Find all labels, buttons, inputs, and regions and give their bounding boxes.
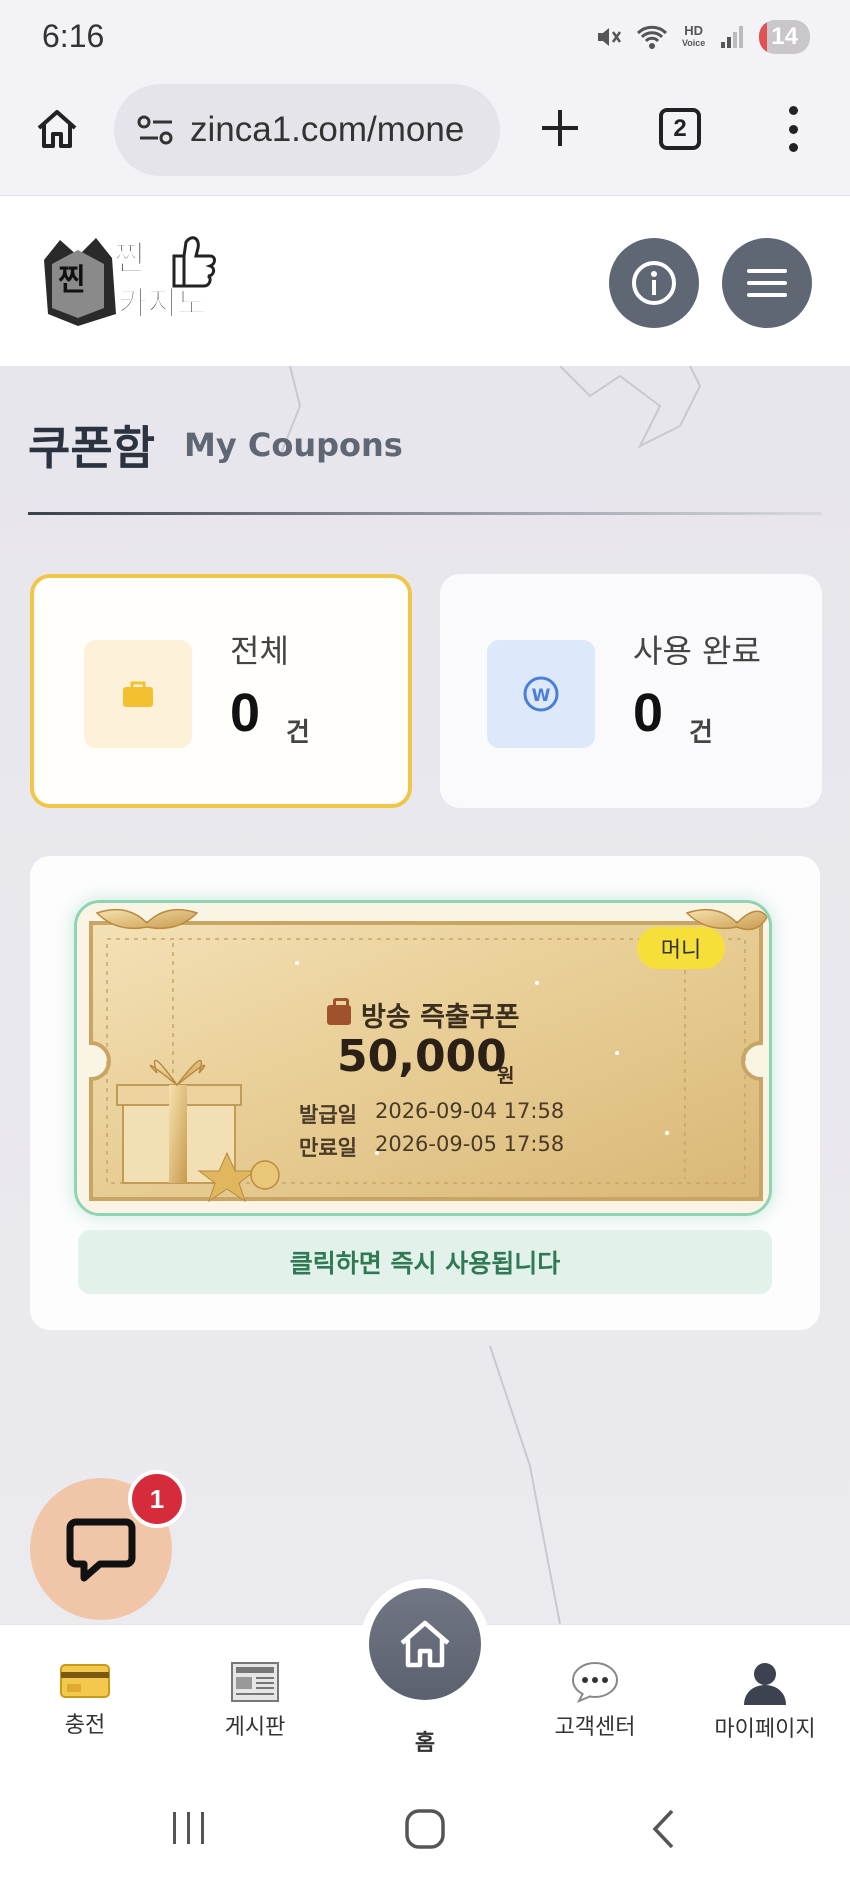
expire-label: 만료일	[299, 1136, 357, 1160]
issue-date: 2026-09-04 17:58	[374, 1099, 565, 1123]
nav-home-label: 홈	[414, 1731, 436, 1756]
stat-icon-box	[84, 640, 192, 748]
stat-unit: 건	[689, 718, 713, 748]
page-title: 쿠폰함	[28, 421, 155, 475]
coupon-type-badge: 머니	[637, 927, 725, 969]
browser-toolbar: zinca1.com/mone 2	[0, 78, 850, 196]
more-menu-icon[interactable]	[782, 106, 804, 152]
site-settings-icon[interactable]	[136, 113, 176, 147]
stat-card-all[interactable]: 전체 0 건	[30, 574, 412, 808]
chat-unread-badge: 1	[128, 1470, 186, 1528]
system-navigation-bar	[0, 1770, 850, 1889]
status-icons: HD Voice 14	[594, 20, 810, 54]
use-coupon-hint[interactable]: 클릭하면 즉시 사용됩니다	[78, 1230, 772, 1294]
recent-apps-icon[interactable]	[170, 1808, 208, 1848]
coupon-title: 방송 즉출쿠폰	[327, 995, 519, 1034]
credit-card-icon	[60, 1664, 110, 1698]
stat-icon-box: W	[487, 640, 595, 748]
home-icon	[400, 1620, 450, 1668]
coupon-amount: 50,000	[337, 1031, 507, 1082]
status-bar: 6:16 HD Voice 14	[0, 0, 850, 78]
bottom-navigation: 충전 게시판 홈 고객센터 마이페이지	[0, 1579, 850, 1770]
nav-home-button[interactable]	[360, 1579, 490, 1709]
coupon-panel: 머니 방송 즉출쿠폰 50,000 원 발급일 2026-09-04 17:58…	[30, 856, 820, 1330]
title-divider	[28, 512, 822, 515]
back-icon[interactable]	[650, 1808, 676, 1850]
info-icon	[632, 261, 676, 305]
speech-bubble-icon	[572, 1662, 618, 1703]
briefcase-icon	[327, 997, 351, 1025]
coupon-issue-row: 발급일 2026-09-04 17:58	[299, 1099, 564, 1129]
briefcase-icon	[123, 681, 153, 707]
expire-date: 2026-09-05 17:58	[374, 1132, 565, 1156]
won-coin-icon: W	[523, 676, 559, 712]
coupon-ticket[interactable]: 머니 방송 즉출쿠폰 50,000 원 발급일 2026-09-04 17:58…	[74, 900, 772, 1216]
nav-charge[interactable]: 충전	[15, 1661, 155, 1739]
stat-label: 사용 완료	[633, 632, 761, 670]
battery-indicator: 14	[759, 20, 810, 54]
stat-card-used[interactable]: W 사용 완료 0 건	[440, 574, 822, 808]
status-time: 6:16	[42, 18, 105, 54]
address-bar[interactable]: zinca1.com/mone	[114, 84, 500, 176]
menu-button[interactable]	[722, 238, 812, 328]
stat-count: 0	[633, 683, 664, 743]
page-subtitle: My Coupons	[184, 426, 403, 464]
stat-label: 전체	[230, 632, 289, 670]
issue-label: 발급일	[299, 1103, 357, 1127]
nav-board[interactable]: 게시판	[185, 1661, 325, 1741]
svg-text:카지노: 카지노	[118, 284, 206, 322]
newspaper-icon	[231, 1662, 279, 1702]
nav-mypage[interactable]: 마이페이지	[695, 1661, 835, 1743]
coupon-amount-unit: 원	[497, 1065, 515, 1087]
wifi-icon	[636, 25, 668, 49]
coupon-expire-row: 만료일 2026-09-05 17:58	[299, 1132, 564, 1162]
signal-icon	[721, 26, 744, 48]
site-header: 찐 찐 카지노	[0, 196, 850, 366]
url-text: zinca1.com/mone	[190, 110, 465, 149]
nav-support[interactable]: 고객센터	[525, 1661, 665, 1741]
chat-bubble-icon	[66, 1518, 136, 1582]
stat-count: 0	[230, 683, 261, 743]
home-nav-icon[interactable]	[404, 1808, 446, 1850]
home-icon[interactable]	[34, 106, 80, 152]
svg-text:W: W	[532, 686, 551, 706]
stat-unit: 건	[286, 718, 310, 748]
hamburger-icon	[747, 269, 787, 297]
svg-text:찐: 찐	[114, 239, 145, 279]
svg-text:찐: 찐	[58, 263, 86, 298]
site-logo[interactable]: 찐 찐 카지노	[38, 230, 234, 326]
new-tab-icon[interactable]	[538, 106, 582, 150]
info-button[interactable]	[609, 238, 699, 328]
tab-switcher-button[interactable]: 2	[659, 108, 701, 150]
hd-voice-icon: HD Voice	[681, 23, 706, 48]
main-content: 쿠폰함 My Coupons 전체 0 건 W 사용 완료 0 건 머니 방송 …	[0, 366, 850, 1624]
mute-icon	[597, 28, 621, 46]
user-icon	[744, 1663, 786, 1705]
